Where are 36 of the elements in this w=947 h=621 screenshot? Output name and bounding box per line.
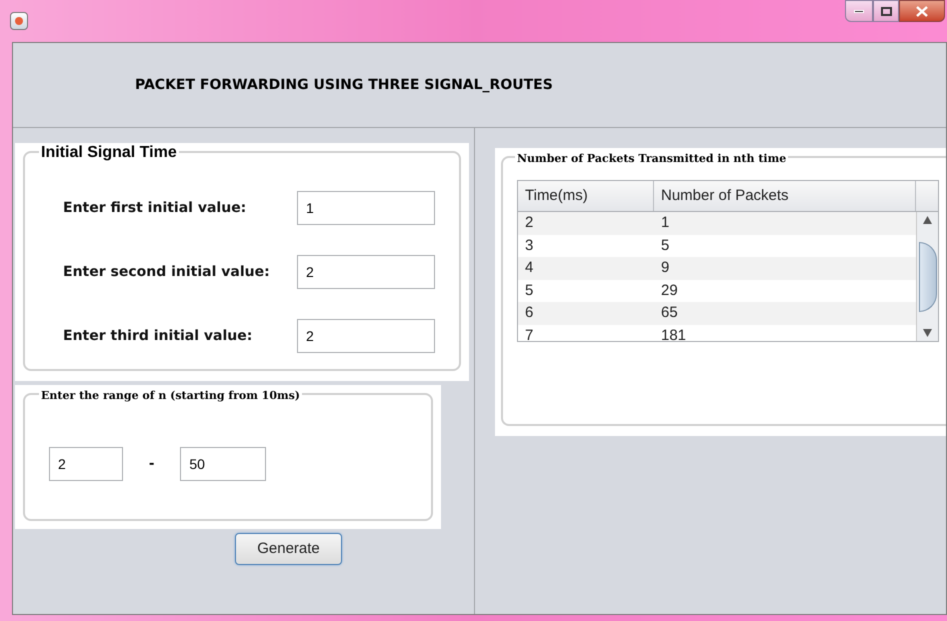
field-label: Enter first initial value: <box>63 198 246 218</box>
range-separator: - <box>149 454 154 474</box>
input-field[interactable]: 2 <box>49 447 123 481</box>
table-cell-text: 5 <box>524 280 534 301</box>
field-label: Enter second initial value: <box>63 262 270 282</box>
close-button[interactable] <box>899 0 945 22</box>
up-arrow-icon[interactable] <box>923 216 932 224</box>
table-cell-text: 29 <box>660 280 679 301</box>
table-cell-text: 9 <box>660 258 670 278</box>
table-cell-text: 3 <box>524 236 534 256</box>
column-header[interactable]: Number of Packets <box>654 181 916 211</box>
maximize-button[interactable] <box>873 0 899 22</box>
input-field[interactable]: 2 <box>297 319 435 353</box>
table-cell-text: 2 <box>524 213 534 233</box>
column-header[interactable]: Time(ms) <box>518 181 654 211</box>
scrollbar[interactable] <box>916 212 938 341</box>
header-title: PACKET FORWARDING USING THREE SIGNAL_ROUTES <box>135 76 553 94</box>
generate-button[interactable]: Generate <box>235 533 342 565</box>
table-cell-text: 6 <box>524 303 534 324</box>
input-field[interactable]: 2 <box>297 255 435 289</box>
scroll-thumb[interactable] <box>918 242 936 312</box>
close-icon <box>916 6 928 16</box>
minimize-button[interactable] <box>845 0 873 22</box>
table-cell-text: 65 <box>660 303 679 324</box>
table-cell-text: 181 <box>660 326 688 341</box>
table-cell-text: 5 <box>660 236 670 256</box>
app-icon <box>10 12 28 30</box>
group-title: Initial Signal Time <box>39 143 179 163</box>
table-cell-text: 4 <box>524 258 534 278</box>
input-field[interactable]: 1 <box>297 191 435 225</box>
table-cell-text: 1 <box>660 213 670 233</box>
group-title: Enter the range of n (starting from 10ms) <box>39 388 302 404</box>
input-field[interactable]: 50 <box>180 447 266 481</box>
field-label: Enter third initial value: <box>63 326 252 346</box>
table-cell-text: 7 <box>524 326 534 341</box>
down-arrow-icon[interactable] <box>923 329 932 337</box>
